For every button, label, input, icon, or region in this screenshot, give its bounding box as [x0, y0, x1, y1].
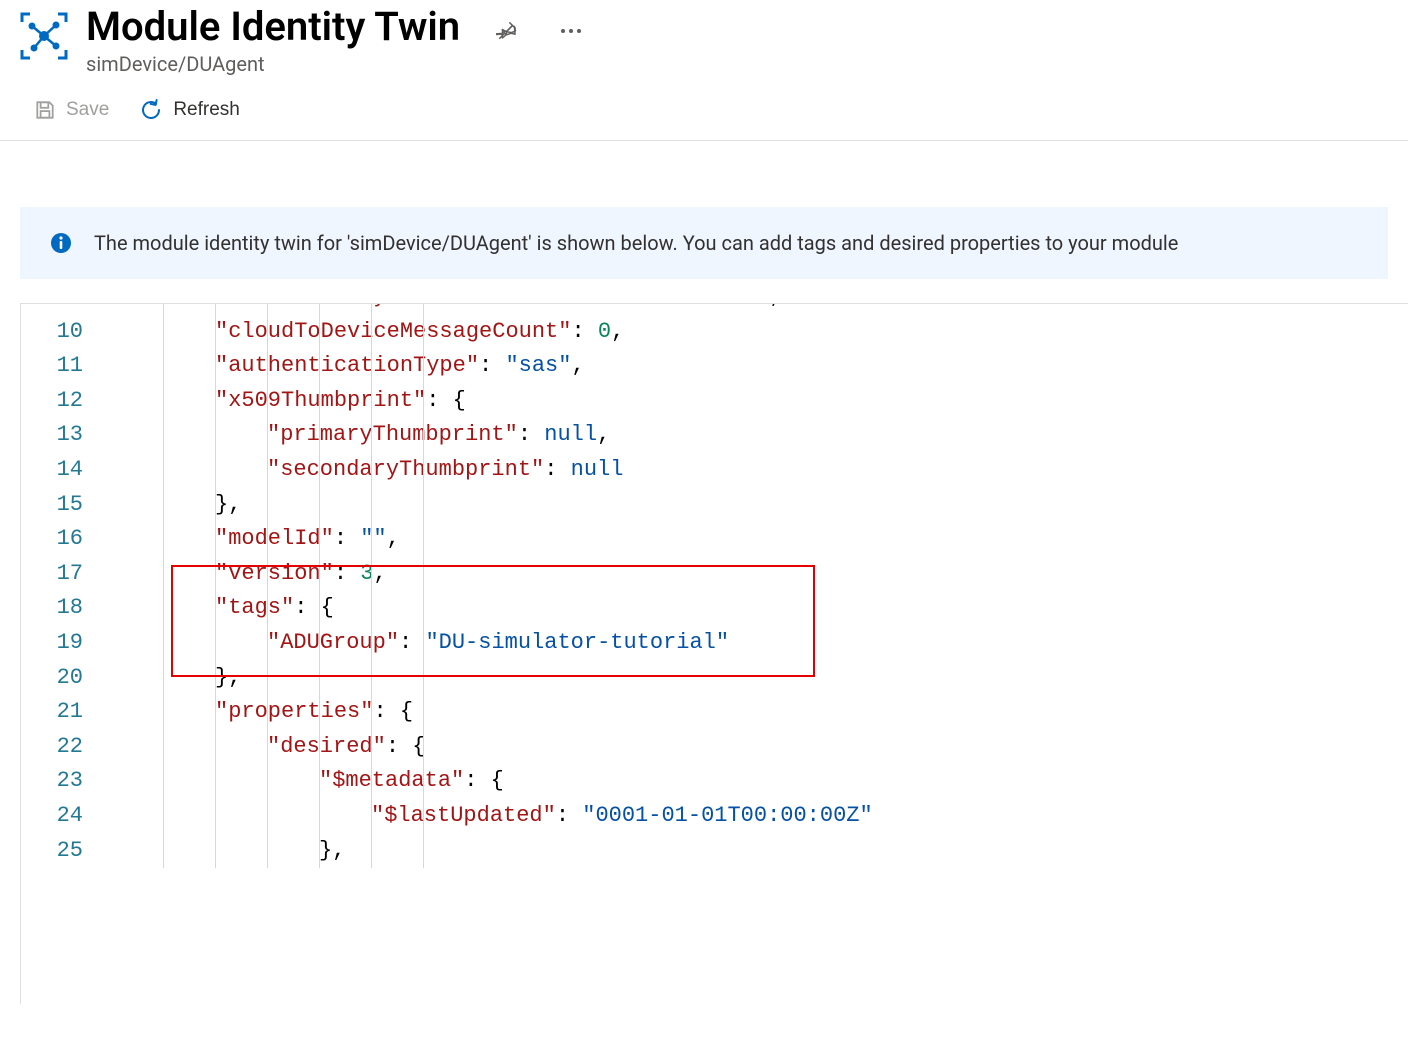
save-button[interactable]: Save	[30, 95, 113, 125]
line-number: 21	[21, 695, 83, 730]
info-icon	[50, 232, 72, 254]
code-line[interactable]: "lastActivityTime": "0001-01-01T00:00:00…	[111, 303, 1408, 315]
code-line[interactable]: "$metadata": {	[111, 764, 1408, 799]
refresh-label: Refresh	[173, 99, 240, 121]
pin-button[interactable]	[490, 14, 524, 48]
code-line[interactable]: "tags": {	[111, 591, 1408, 626]
code-line[interactable]: "desired": {	[111, 730, 1408, 765]
page-title: Module Identity Twin	[86, 4, 460, 50]
line-number: 17	[21, 557, 83, 592]
code-line[interactable]: "x509Thumbprint": {	[111, 384, 1408, 419]
line-number: 9	[21, 303, 83, 315]
json-editor[interactable]: 910111213141516171819202122232425 "lastA…	[20, 303, 1408, 1004]
code-line[interactable]: "version": 3,	[111, 557, 1408, 592]
code-line[interactable]: "modelId": "",	[111, 522, 1408, 557]
code-line[interactable]: },	[111, 488, 1408, 523]
save-icon	[34, 99, 56, 121]
line-number: 12	[21, 384, 83, 419]
line-number: 23	[21, 764, 83, 799]
line-number: 13	[21, 418, 83, 453]
refresh-icon	[139, 98, 163, 122]
line-number: 24	[21, 799, 83, 834]
code-line[interactable]: "secondaryThumbprint": null	[111, 453, 1408, 488]
code-line[interactable]: "authenticationType": "sas",	[111, 349, 1408, 384]
code-line[interactable]: "cloudToDeviceMessageCount": 0,	[111, 315, 1408, 350]
breadcrumb: simDevice/DUAgent	[86, 52, 588, 76]
info-text: The module identity twin for 'simDevice/…	[94, 231, 1178, 255]
line-number: 10	[21, 315, 83, 350]
module-graph-icon	[20, 12, 68, 60]
line-number: 25	[21, 834, 83, 869]
line-number: 11	[21, 349, 83, 384]
code-line[interactable]: "ADUGroup": "DU-simulator-tutorial"	[111, 626, 1408, 661]
line-number: 16	[21, 522, 83, 557]
code-line[interactable]: },	[111, 661, 1408, 696]
info-banner: The module identity twin for 'simDevice/…	[20, 207, 1388, 279]
code-line[interactable]: },	[111, 834, 1408, 869]
page-header: Module Identity Twin	[0, 0, 1408, 76]
ellipsis-icon	[560, 28, 582, 34]
line-number: 15	[21, 488, 83, 523]
line-number: 14	[21, 453, 83, 488]
line-number: 22	[21, 730, 83, 765]
code-area[interactable]: "lastActivityTime": "0001-01-01T00:00:00…	[111, 303, 1408, 868]
refresh-button[interactable]: Refresh	[135, 94, 244, 126]
code-line[interactable]: "primaryThumbprint": null,	[111, 418, 1408, 453]
pin-icon	[496, 20, 518, 42]
command-toolbar: Save Refresh	[0, 76, 1408, 141]
line-number: 19	[21, 626, 83, 661]
code-line[interactable]: "$lastUpdated": "0001-01-01T00:00:00Z"	[111, 799, 1408, 834]
line-gutter: 910111213141516171819202122232425	[21, 303, 111, 868]
code-line[interactable]: "properties": {	[111, 695, 1408, 730]
line-number: 18	[21, 591, 83, 626]
line-number: 20	[21, 661, 83, 696]
more-button[interactable]	[554, 22, 588, 40]
save-label: Save	[66, 99, 109, 121]
